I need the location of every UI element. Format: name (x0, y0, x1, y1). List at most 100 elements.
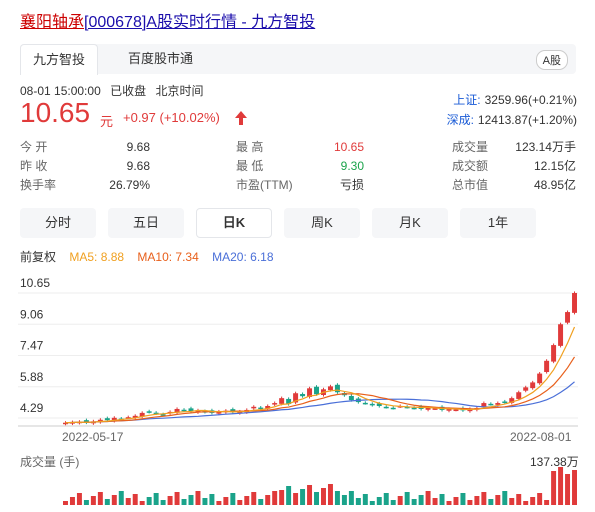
candle-body (230, 409, 236, 413)
period-tab-1year[interactable]: 1年 (460, 208, 536, 238)
candle-body (509, 398, 515, 403)
tab-baidu[interactable]: 百度股市通 (116, 44, 205, 74)
ma10-line (65, 356, 576, 424)
candle-body (174, 408, 180, 413)
volume-bar (425, 491, 431, 505)
volume-bar (453, 497, 459, 505)
stat-value: 123.14万手 (515, 140, 576, 154)
candle-body (125, 417, 131, 419)
period-tab-intraday[interactable]: 分时 (20, 208, 96, 238)
volume-bar (279, 490, 285, 505)
period-tab-5day[interactable]: 五日 (108, 208, 184, 238)
candle-body (244, 409, 250, 413)
index-value: 3259.96(+0.21%) (484, 93, 577, 107)
candle-body (258, 407, 264, 410)
index-value: 12413.87(+1.20%) (477, 113, 577, 127)
x-end-label: 2022-08-01 (510, 430, 572, 444)
ma20-label: MA20: 6.18 (212, 250, 274, 264)
candle-body (418, 406, 424, 409)
stock-name[interactable]: 襄阳轴承 (20, 14, 84, 31)
volume-bar (383, 493, 389, 505)
stat-label: 成交额 (452, 159, 489, 173)
volume-bar (69, 497, 75, 505)
volume-bar (76, 493, 82, 505)
market-state: 已收盘 (110, 84, 147, 98)
candle-body (63, 422, 68, 425)
stat-label: 成交量 (452, 140, 489, 154)
candle-body (446, 408, 452, 411)
candle-body (272, 403, 278, 405)
candle-body (111, 417, 117, 421)
candle-body (460, 407, 466, 411)
candle-body (572, 293, 577, 313)
source-tabs: 九方智投 百度股市通 A股 (20, 44, 576, 75)
volume-bar (146, 497, 152, 505)
candle-body (544, 360, 550, 373)
volume-bar (167, 496, 173, 505)
y-tick-label: 7.47 (20, 339, 44, 353)
index-row-sh[interactable]: 上证: 3259.96(+0.21%) (447, 90, 577, 110)
candle-body (516, 392, 522, 399)
candle-body (397, 406, 403, 408)
period-tab-weekly[interactable]: 周K (284, 208, 360, 238)
arrow-up-icon (235, 111, 247, 125)
candle-body (425, 407, 431, 410)
volume-bar (139, 501, 145, 505)
stats-row: 今 开 9.68 最 高 10.65 成交量 123.14万手 (20, 137, 580, 157)
candle-body (355, 398, 361, 403)
title-rest[interactable]: A股实时行情 - 九方智投 (146, 14, 315, 31)
volume-bar (230, 493, 236, 505)
volume-bar (272, 491, 278, 505)
x-start-label: 2022-05-17 (62, 430, 124, 444)
volume-bar (334, 491, 340, 505)
volume-bar (160, 500, 166, 505)
volume-bar (523, 501, 529, 505)
volume-bar (397, 496, 403, 505)
volume-bar (439, 494, 445, 505)
tab-jiufang[interactable]: 九方智投 (20, 44, 99, 75)
stat-label: 最 低 (236, 159, 264, 173)
volume-bar (63, 501, 68, 505)
stat-label: 市盈(TTM) (236, 178, 293, 192)
adjust-label[interactable]: 前复权 (20, 250, 56, 264)
candle-body (167, 411, 173, 414)
candle-body (432, 408, 438, 410)
candle-body (390, 407, 396, 410)
volume-bar (97, 492, 103, 505)
volume-bar (209, 494, 215, 505)
y-tick-label: 9.06 (20, 307, 44, 321)
volume-bar (390, 500, 396, 505)
volume-bar (132, 494, 138, 505)
candle-body (334, 384, 340, 393)
stat-value: 亏损 (339, 178, 364, 192)
y-tick-label: 5.88 (20, 370, 44, 384)
candle-body (293, 393, 299, 403)
candle-body (327, 386, 333, 391)
stat-value: 48.95亿 (533, 178, 576, 192)
market-tag-badge: A股 (535, 50, 568, 70)
period-tab-daily[interactable]: 日K (196, 208, 272, 238)
stat-value: 26.79% (109, 178, 150, 192)
candle-body (286, 398, 292, 405)
stat-label: 最 高 (236, 140, 264, 154)
volume-bar (83, 500, 89, 505)
stat-label: 昨 收 (20, 159, 48, 173)
volume-title: 成交量 (手) (20, 454, 79, 469)
volume-bar (153, 493, 159, 505)
candle-body (160, 414, 166, 416)
index-row-sz[interactable]: 深成: 12413.87(+1.20%) (447, 110, 577, 130)
candle-body (481, 403, 487, 407)
volume-bar (90, 496, 96, 505)
period-tab-monthly[interactable]: 月K (372, 208, 448, 238)
volume-bar (195, 491, 201, 505)
stat-label: 换手率 (20, 178, 57, 192)
volume-bar (188, 495, 194, 505)
page-title-link[interactable]: 襄阳轴承[000678]A股实时行情 - 九方智投 (20, 8, 315, 32)
candle-body (439, 406, 445, 410)
volume-bar (111, 495, 117, 505)
stock-code[interactable]: [000678] (84, 14, 146, 31)
volume-bar (355, 498, 361, 505)
volume-bar (216, 501, 222, 505)
candle-body (223, 410, 229, 413)
stats-row: 昨 收 9.68 最 低 9.30 成交额 12.15亿 (20, 156, 580, 176)
